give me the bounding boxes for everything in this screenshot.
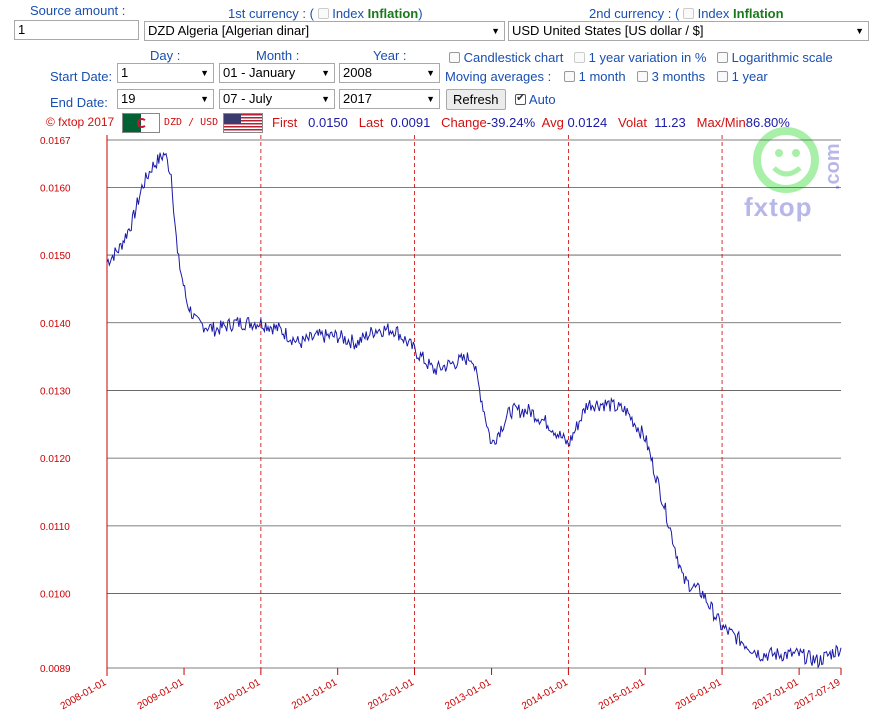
y-tick-label: 0.0089 — [40, 664, 71, 675]
exchange-rate-chart: 0.0167 0.0160 0.0150 0.0140 0.0130 0.0120 0.01… — [40, 135, 843, 712]
x-tick-label: 2017-07-19 — [793, 677, 843, 712]
y-tick-label: 0.0160 — [40, 183, 71, 194]
x-tick-label: 2008-01-01 — [59, 677, 109, 712]
dzd-usd-series-line — [106, 151, 842, 669]
x-tick-label: 2017-01-01 — [751, 677, 801, 712]
y-tick-label: 0.0120 — [40, 454, 71, 465]
x-tick-label: 2009-01-01 — [136, 677, 186, 712]
y-tick-label: 0.0100 — [40, 590, 71, 601]
x-tick-label: 2015-01-01 — [597, 677, 647, 712]
x-tick-label: 2011-01-01 — [290, 677, 340, 712]
y-tick-label: 0.0167 — [40, 136, 71, 147]
x-tick-label: 2014-01-01 — [520, 677, 570, 712]
y-tick-label: 0.0140 — [40, 319, 71, 330]
x-tick-label: 2012-01-01 — [366, 677, 416, 712]
y-tick-label: 0.0110 — [40, 522, 70, 533]
y-tick-label: 0.0150 — [40, 251, 71, 262]
x-tick-label: 2010-01-01 — [213, 677, 263, 712]
x-tick-label: 2016-01-01 — [674, 677, 724, 712]
y-tick-label: 0.0130 — [40, 386, 71, 397]
x-tick-label: 2013-01-01 — [443, 677, 493, 712]
